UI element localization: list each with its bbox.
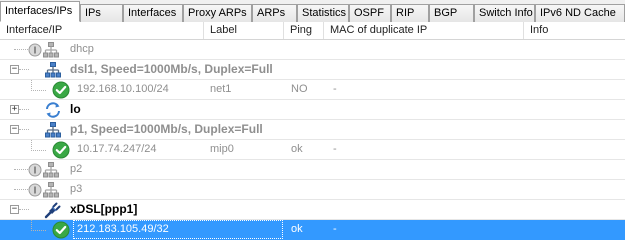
interface-name: dsl1, Speed=1000Mb/s, Duplex=Full <box>70 62 273 76</box>
interface-row[interactable]: p3 <box>0 180 625 200</box>
disabled-icon <box>28 43 42 57</box>
check-icon <box>52 81 70 99</box>
tree-connector <box>19 129 29 130</box>
network-disabled-icon <box>42 161 60 179</box>
tree-connector <box>14 169 28 170</box>
tab-interfaces[interactable]: Interfaces <box>123 4 183 22</box>
duplicate-mac: - <box>333 143 337 155</box>
tab-switch-info[interactable]: Switch Info <box>474 4 535 22</box>
ip-row[interactable]: 192.168.10.100/24 net1 NO - <box>0 80 625 100</box>
column-info[interactable]: Info <box>524 22 625 39</box>
loopback-icon <box>44 101 62 119</box>
column-interface-ip[interactable]: Interface/IP <box>0 22 204 39</box>
interface-name: p2 <box>70 163 83 175</box>
ping-status: NO <box>291 83 308 95</box>
network-interface-icon <box>44 121 62 139</box>
ip-address: 192.168.10.100/24 <box>77 83 169 95</box>
tab-bgp[interactable]: BGP <box>429 4 474 22</box>
network-interface-icon <box>44 61 62 79</box>
collapse-icon[interactable]: − <box>10 65 19 74</box>
tab-ips[interactable]: IPs <box>80 4 123 22</box>
tab-ipv6-nd-cache[interactable]: IPv6 ND Cache <box>535 4 625 22</box>
expand-icon[interactable]: + <box>10 105 19 114</box>
interface-row[interactable]: − p1, Speed=1000Mb/s, Duplex=Full <box>0 120 625 140</box>
tab-ospf[interactable]: OSPF <box>349 4 391 22</box>
interface-row[interactable]: p2 <box>0 160 625 180</box>
tree-connector <box>19 69 29 70</box>
ip-row[interactable]: 212.183.105.49/32 ok - <box>0 220 625 240</box>
plug-icon <box>44 201 62 219</box>
column-mac-duplicate[interactable]: MAC of duplicate IP <box>324 22 524 39</box>
ip-row[interactable]: 10.17.74.247/24 mip0 ok - <box>0 140 625 160</box>
disabled-icon <box>28 183 42 197</box>
tab-arps[interactable]: ARPs <box>252 4 297 22</box>
check-icon <box>52 141 70 159</box>
interface-row[interactable]: − dsl1, Speed=1000Mb/s, Duplex=Full <box>0 60 625 80</box>
column-label[interactable]: Label <box>204 22 284 39</box>
check-icon <box>52 221 70 239</box>
column-ping[interactable]: Ping <box>284 22 324 39</box>
tree-connector <box>19 209 29 210</box>
tab-strip: Interfaces/IPs IPs Interfaces Proxy ARPs ARP… <box>0 0 625 22</box>
tab-proxy-arps[interactable]: Proxy ARPs <box>183 4 252 22</box>
ip-address: 10.17.74.247/24 <box>77 143 157 155</box>
tree-connector <box>14 49 28 50</box>
duplicate-mac: - <box>333 83 337 95</box>
interface-name: lo <box>70 102 81 116</box>
tree-connector <box>31 80 46 91</box>
disabled-icon <box>28 163 42 177</box>
collapse-icon[interactable]: − <box>10 205 19 214</box>
interface-row[interactable]: + lo <box>0 100 625 120</box>
collapse-icon[interactable]: − <box>10 125 19 134</box>
duplicate-mac: - <box>333 223 337 235</box>
interface-name: p1, Speed=1000Mb/s, Duplex=Full <box>70 122 263 136</box>
tree-connector <box>31 220 46 231</box>
ip-label: net1 <box>210 83 232 95</box>
interface-name: xDSL[ppp1] <box>70 202 138 216</box>
interface-tree[interactable]: dhcp − dsl1, Speed=1000Mb/s, Duplex=Full 19… <box>0 40 625 242</box>
tree-connector <box>19 109 29 110</box>
interface-name: p3 <box>70 183 83 195</box>
ping-status: ok <box>291 223 303 235</box>
network-disabled-icon <box>42 181 60 199</box>
tree-connector <box>31 140 46 151</box>
ip-address: 212.183.105.49/32 <box>77 223 169 235</box>
tab-statistics[interactable]: Statistics <box>297 4 349 22</box>
ping-status: ok <box>291 143 303 155</box>
tab-rip[interactable]: RIP <box>391 4 429 22</box>
ip-label: mip0 <box>210 143 234 155</box>
tree-connector <box>14 189 28 190</box>
interface-name: dhcp <box>70 43 94 55</box>
tab-interfaces-ips[interactable]: Interfaces/IPs <box>0 1 80 22</box>
column-header: Interface/IP Label Ping MAC of duplicate… <box>0 22 625 40</box>
interface-row[interactable]: dhcp <box>0 40 625 60</box>
network-disabled-icon <box>42 41 60 59</box>
interface-row[interactable]: − xDSL[ppp1] <box>0 200 625 220</box>
